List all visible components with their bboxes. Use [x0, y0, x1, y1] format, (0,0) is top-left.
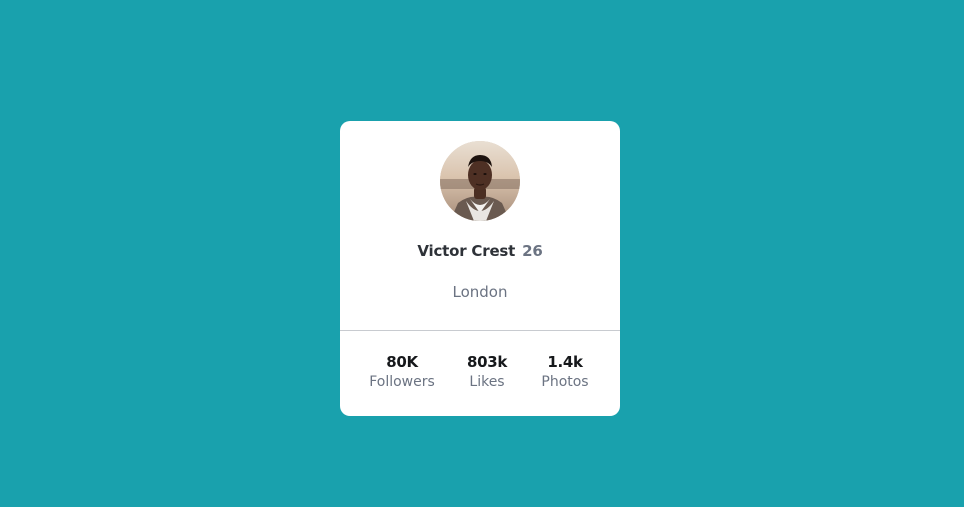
- profile-name-line: Victor Crest 26: [340, 242, 620, 260]
- stat-value: 803k: [467, 353, 508, 371]
- profile-name: Victor Crest: [417, 242, 516, 260]
- stat-value: 80K: [386, 353, 418, 371]
- profile-location: London: [452, 283, 508, 301]
- profile-card: Victor Crest 26 London 80K Followers 803…: [340, 121, 620, 416]
- divider: [340, 330, 620, 331]
- stat-value: 1.4k: [547, 353, 583, 371]
- avatar-photo-icon: [440, 141, 520, 221]
- stat-followers: 80K Followers: [367, 353, 437, 393]
- stat-photos: 1.4k Photos: [537, 353, 593, 393]
- profile-age: 26: [522, 242, 543, 260]
- stat-label: Likes: [469, 374, 505, 390]
- avatar: [440, 141, 520, 221]
- stat-label: Followers: [369, 374, 435, 390]
- stat-likes: 803k Likes: [467, 353, 507, 393]
- stat-label: Photos: [541, 374, 589, 390]
- stats-row: 80K Followers 803k Likes 1.4k Photos: [340, 353, 620, 393]
